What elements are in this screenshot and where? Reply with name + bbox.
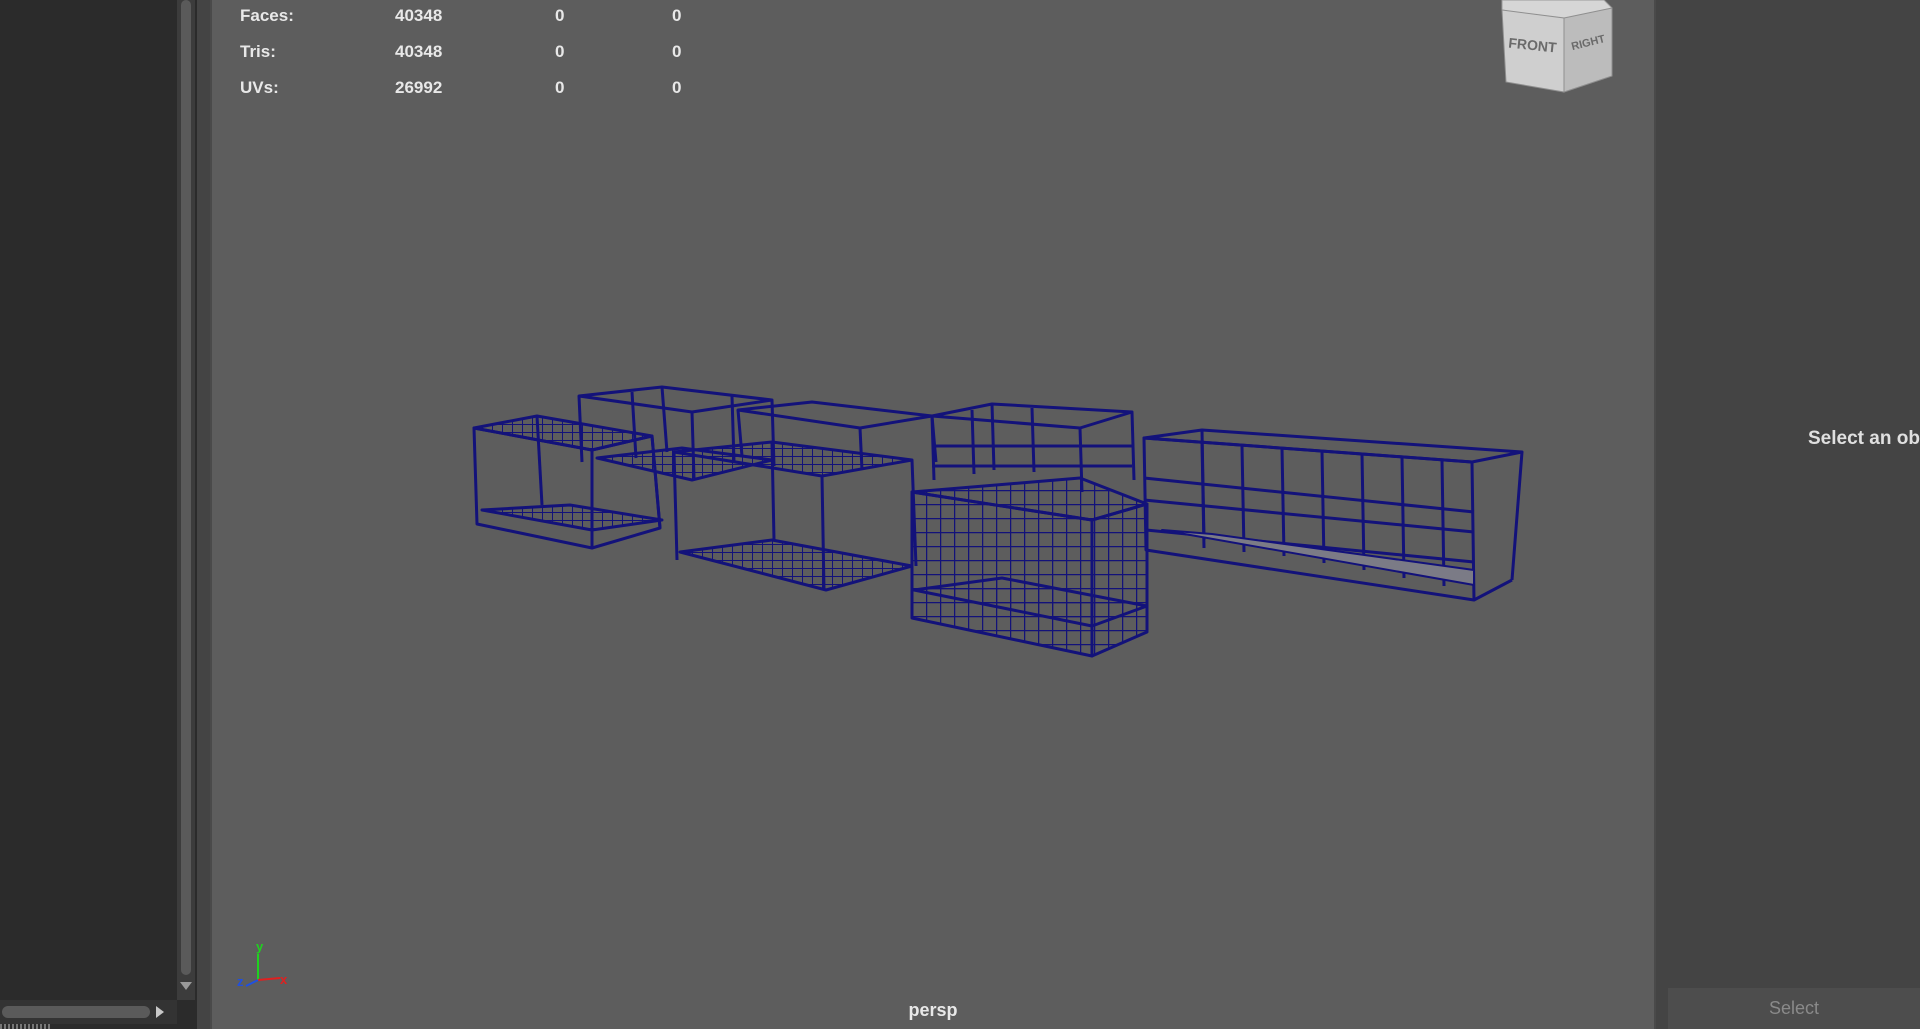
hud-value: 0 bbox=[555, 6, 565, 25]
hud-value: 26992 bbox=[395, 78, 443, 97]
outliner-vertical-scroll-thumb[interactable] bbox=[181, 0, 191, 975]
perspective-viewport[interactable]: Faces: 40348 0 0 Tris: 40348 0 0 UVs: 26… bbox=[210, 0, 1656, 1029]
attribute-editor-panel: Select an ob Select bbox=[1662, 0, 1920, 1029]
hud-value: 0 bbox=[672, 42, 682, 61]
hud-label: Faces: bbox=[240, 6, 294, 25]
maya-window: Faces: 40348 0 0 Tris: 40348 0 0 UVs: 26… bbox=[0, 0, 1920, 1029]
cage-4-top[interactable] bbox=[930, 402, 1136, 493]
cage-4-bottom[interactable] bbox=[910, 476, 1149, 658]
axis-gizmo-icon: y x z bbox=[237, 940, 288, 989]
hud-value: 0 bbox=[555, 78, 565, 97]
scroll-right-arrow-icon[interactable] bbox=[156, 1006, 164, 1018]
axis-x-label: x bbox=[280, 972, 288, 987]
scroll-down-arrow-icon[interactable] bbox=[180, 982, 192, 990]
camera-name-label: persp bbox=[908, 1000, 958, 1020]
outliner-vertical-scrollbar[interactable] bbox=[177, 0, 195, 1000]
hud-value: 0 bbox=[672, 78, 682, 97]
hud-value: 40348 bbox=[395, 6, 443, 25]
select-button[interactable]: Select bbox=[1668, 988, 1920, 1029]
cage-3[interactable] bbox=[672, 400, 938, 592]
hud-value: 0 bbox=[672, 6, 682, 25]
viewcube-icon[interactable]: FRONT RIGHT bbox=[1488, 0, 1618, 95]
panel-resize-grip[interactable] bbox=[0, 1024, 50, 1029]
axis-z-label: z bbox=[237, 974, 244, 989]
hud-value: 0 bbox=[555, 42, 565, 61]
outliner-horizontal-scroll-thumb[interactable] bbox=[2, 1006, 150, 1018]
cage-5[interactable] bbox=[1142, 428, 1524, 602]
scene-wireframe[interactable] bbox=[212, 0, 1654, 1029]
outliner-horizontal-scrollbar[interactable] bbox=[0, 1000, 177, 1024]
hud-label: Tris: bbox=[240, 42, 276, 61]
hud-label: UVs: bbox=[240, 78, 279, 97]
attribute-editor-message: Select an ob bbox=[1808, 428, 1920, 449]
hud-value: 40348 bbox=[395, 42, 443, 61]
axis-y-label: y bbox=[256, 940, 264, 954]
outliner-panel[interactable] bbox=[0, 0, 197, 1029]
